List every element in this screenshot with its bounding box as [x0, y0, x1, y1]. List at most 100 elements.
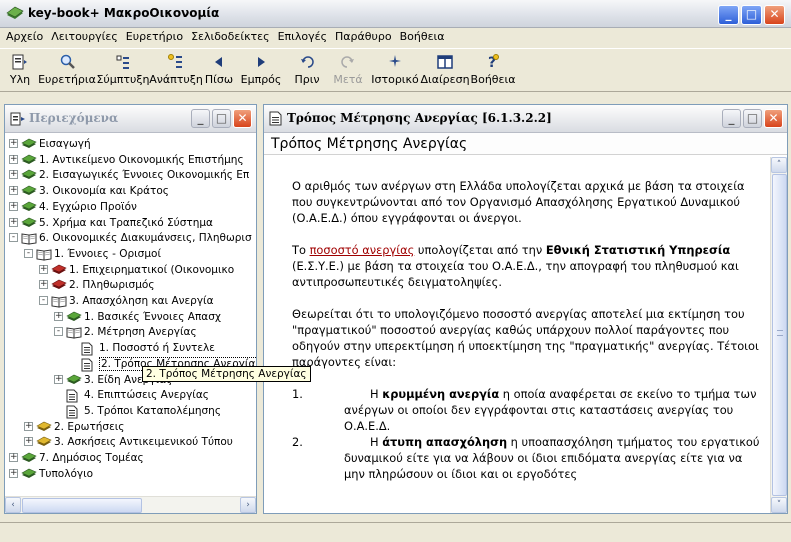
toolbar-indexes-button[interactable]: Ευρετήρια — [38, 49, 96, 91]
tree-item[interactable]: +5. Χρήμα και Τραπεζικό Σύστημα — [5, 216, 256, 230]
contents-maximize-button[interactable]: □ — [212, 109, 231, 128]
expand-toggle-icon[interactable]: + — [54, 311, 63, 321]
horizontal-scroll-thumb[interactable] — [22, 498, 142, 513]
expand-toggle-icon[interactable]: + — [39, 264, 48, 274]
tree-item-label: 1. Έννοιες - Ορισμοί — [54, 247, 161, 260]
history-icon — [386, 51, 404, 73]
book-icon — [21, 154, 37, 170]
expand-toggle-icon[interactable]: + — [24, 421, 33, 431]
tree-item[interactable]: 1. Ποσοστό ή Συντελε — [5, 341, 256, 356]
tree-item-label: 1. Αντικείμενο Οικονομικής Επιστήμης — [39, 153, 244, 166]
menu-bookmarks[interactable]: Σελιδοδείκτες — [187, 28, 274, 47]
scroll-down-button[interactable]: ˅ — [771, 497, 787, 513]
toolbar-contents-button[interactable]: Υλη — [2, 49, 38, 91]
scroll-right-button[interactable]: › — [240, 497, 256, 513]
tree-item[interactable]: + Εισαγωγή — [5, 137, 256, 151]
tree-item[interactable]: +3. Οικονομία και Κράτος — [5, 184, 256, 198]
search-icon — [58, 51, 76, 73]
toolbar-history-button[interactable]: Ιστορικό — [368, 49, 422, 91]
vertical-scroll-thumb[interactable] — [772, 174, 787, 496]
contents-icon — [11, 51, 29, 73]
tree-item[interactable]: + Τυπολόγιο — [5, 467, 256, 481]
document-close-button[interactable]: ✕ — [764, 109, 783, 128]
expand-toggle-icon[interactable]: + — [9, 139, 18, 148]
book-icon — [51, 264, 67, 280]
expand-toggle-icon[interactable]: + — [39, 280, 48, 290]
tree-item[interactable]: +2. Εισαγωγικές Έννοιες Οικονομικής Επ — [5, 168, 256, 182]
scroll-left-button[interactable]: ‹ — [5, 497, 21, 513]
tree-item-label: 1. Ποσοστό ή Συντελε — [99, 342, 215, 355]
contents-minimize-button[interactable]: _ — [191, 109, 210, 128]
menu-functions[interactable]: Λειτουργίες — [47, 28, 122, 47]
toolbar-previous-button[interactable]: Πριν — [286, 49, 328, 91]
collapse-toggle-icon[interactable]: - — [9, 233, 18, 243]
tree-item[interactable]: +1. Επιχειρηματικοί (Οικονομικο — [5, 263, 256, 277]
document-body: Ο αριθμός των ανέργων στη Ελλάδα υπολογί… — [264, 157, 770, 513]
tree-item[interactable]: 5. Τρόποι Καταπολέμησης — [5, 404, 256, 419]
menu-file[interactable]: Αρχείο — [2, 28, 47, 47]
tree-item-label: 2. Εισαγωγικές Έννοιες Οικονομικής Επ — [39, 169, 250, 182]
tree-item[interactable]: +3. Ασκήσεις Αντικειμενικού Τύπου — [5, 435, 256, 449]
menu-index[interactable]: Ευρετήριο — [122, 28, 187, 47]
document-heading: Τρόπος Μέτρησης Ανεργίας — [264, 133, 787, 155]
toolbar-forward-button[interactable]: Εμπρός — [236, 49, 286, 91]
expand-toggle-icon[interactable]: + — [9, 468, 18, 478]
expand-toggle-icon[interactable]: + — [9, 154, 18, 164]
book-icon — [21, 217, 37, 233]
menu-help[interactable]: Βοήθεια — [396, 28, 449, 47]
tree-item[interactable]: - 6. Οικονομικές Διακυμάνσεις, Πληθωρισ — [5, 231, 256, 245]
menu-window[interactable]: Παράθυρο — [331, 28, 396, 47]
tree-item-label: 2. Ερωτήσεις — [54, 420, 125, 433]
redo-icon — [339, 51, 357, 73]
close-button[interactable]: ✕ — [764, 5, 785, 25]
toolbar-expand-button[interactable]: Ανάπτυξη — [149, 49, 203, 91]
expand-toggle-icon[interactable]: + — [9, 186, 18, 196]
document-maximize-button[interactable]: □ — [743, 109, 762, 128]
contents-close-button[interactable]: ✕ — [233, 109, 252, 128]
contents-horizontal-scrollbar[interactable]: ‹ › — [5, 496, 256, 513]
collapse-icon — [114, 51, 132, 73]
expand-toggle-icon[interactable]: + — [9, 453, 18, 462]
book-icon — [51, 279, 67, 295]
tree-item[interactable]: - 1. Έννοιες - Ορισμοί — [5, 247, 256, 261]
expand-toggle-icon[interactable]: + — [54, 374, 63, 384]
tree-item-label: 5. Χρήμα και Τραπεζικό Σύστημα — [39, 216, 213, 229]
toolbar-next-button[interactable]: Μετά — [328, 49, 368, 91]
app-logo-icon — [6, 6, 24, 19]
tree-item-label: 3. Ασκήσεις Αντικειμενικού Τύπου — [54, 436, 233, 449]
undo-icon — [298, 51, 316, 73]
minimize-button[interactable]: _ — [718, 5, 739, 25]
expand-toggle-icon[interactable]: + — [9, 170, 18, 180]
unemployment-rate-link[interactable]: ποσοστό ανεργίας — [310, 243, 415, 257]
collapse-toggle-icon[interactable]: - — [24, 248, 33, 258]
tree-item[interactable]: 4. Επιπτώσεις Ανεργίας — [5, 388, 256, 403]
book-icon — [21, 201, 37, 217]
tree-item-label: 5. Τρόποι Καταπολέμησης — [84, 404, 221, 417]
tree-item[interactable]: +2. Ερωτήσεις — [5, 420, 256, 434]
toolbar-collapse-button[interactable]: Σύμπτυξη — [96, 49, 150, 91]
scroll-up-button[interactable]: ˄ — [771, 157, 787, 173]
collapse-toggle-icon[interactable]: - — [54, 327, 63, 337]
tree-item[interactable]: +1. Αντικείμενο Οικονομικής Επιστήμης — [5, 153, 256, 167]
menu-options[interactable]: Επιλογές — [274, 28, 331, 47]
toolbar: Υλη Ευρετήρια Σύμπτυξη Ανάπτυξη Πίσω Εμπ… — [0, 48, 791, 92]
tree-item[interactable]: - 2. Μέτρηση Ανεργίας — [5, 325, 256, 339]
paragraph-1: Ο αριθμός των ανέργων στη Ελλάδα υπολογί… — [292, 179, 745, 225]
collapse-toggle-icon[interactable]: - — [39, 296, 48, 305]
toolbar-back-button[interactable]: Πίσω — [202, 49, 236, 91]
document-minimize-button[interactable]: _ — [722, 109, 741, 128]
maximize-button[interactable]: □ — [741, 5, 762, 25]
expand-toggle-icon[interactable]: + — [9, 217, 18, 227]
tree-item[interactable]: +1. Βασικές Έννοιες Απασχ — [5, 310, 256, 324]
tree-item[interactable]: +4. Εγχώριο Προϊόν — [5, 200, 256, 214]
toolbar-split-button[interactable]: Διαίρεση — [420, 49, 470, 91]
expand-toggle-icon[interactable]: + — [9, 201, 18, 211]
tree-item[interactable]: - 3. Απασχόληση και Ανεργία — [5, 294, 256, 308]
document-vertical-scrollbar[interactable]: ˄ ˅ — [770, 157, 787, 513]
toolbar-help-button[interactable]: ? Βοήθεια — [468, 49, 518, 91]
tree-item[interactable]: +2. Πληθωρισμός — [5, 278, 256, 292]
expand-toggle-icon[interactable]: + — [24, 437, 33, 447]
tree-item-label: 2. Πληθωρισμός — [69, 279, 155, 292]
tree-item[interactable]: +7. Δημόσιος Τομέας — [5, 451, 256, 465]
book-icon — [21, 138, 37, 154]
